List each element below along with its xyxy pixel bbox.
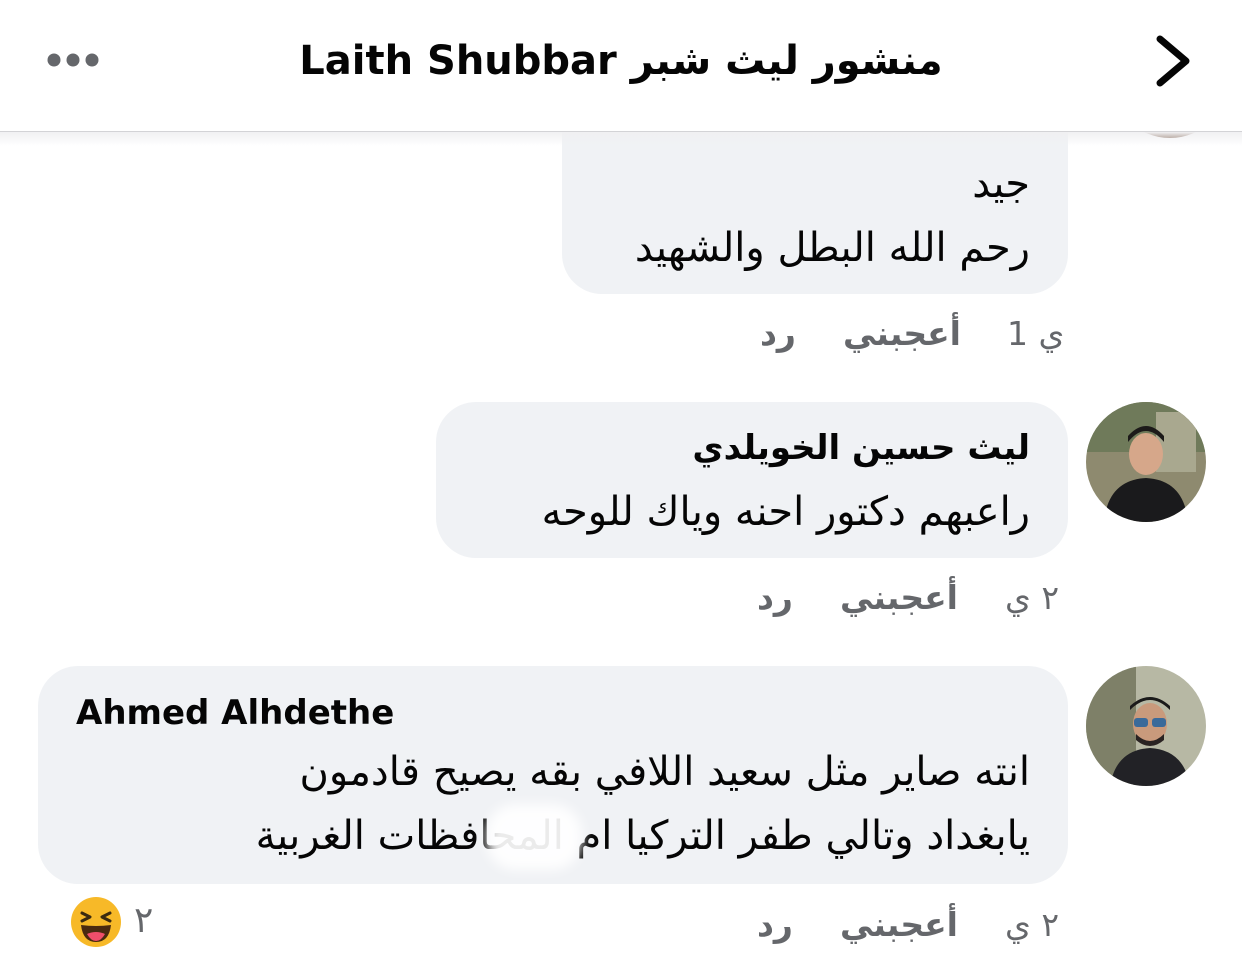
profile-photo-icon <box>1086 666 1206 786</box>
like-button[interactable]: أعجبني <box>840 578 958 618</box>
page-title: منشور ليث شبر Laith Shubbar <box>299 38 943 84</box>
comment-author[interactable]: ليث حسين الخويلدي <box>692 428 1030 468</box>
comment-text-line: رحم الله البطل والشهيد <box>634 225 1030 271</box>
chevron-right-icon[interactable] <box>1150 33 1196 89</box>
avatar[interactable] <box>1086 666 1206 786</box>
top-bar: منشور ليث شبر Laith Shubbar <box>0 0 1242 132</box>
comment-text-line: انته صاير مثل سعيد اللافي بقه يصيح قادمو… <box>299 749 1030 795</box>
reply-button[interactable]: رد <box>757 578 793 618</box>
reply-button[interactable]: رد <box>760 314 796 354</box>
comment-text-line: راعبهم دكتور احنه وياك للوحه <box>541 489 1030 535</box>
comment-author[interactable]: Ahmed Alhdethe <box>76 693 394 733</box>
like-button[interactable]: أعجبني <box>843 314 961 354</box>
like-button[interactable]: أعجبني <box>840 905 958 945</box>
comment-text-line: يابغداد وتالي طفر التركيا ام المحافظات ا… <box>255 813 1030 859</box>
avatar[interactable] <box>1086 402 1206 522</box>
comment-time: ٢ ي <box>1005 905 1060 944</box>
comment-time: ٢ ي <box>1005 578 1060 617</box>
profile-photo-icon <box>1086 402 1206 522</box>
laughing-emoji-icon[interactable] <box>70 896 122 948</box>
reply-button[interactable]: رد <box>757 905 793 945</box>
blurred-emoji <box>486 804 582 870</box>
reaction-count: ٢ <box>134 900 154 941</box>
more-horizontal-icon[interactable] <box>46 51 100 69</box>
comment-text-line: جيد <box>972 161 1030 207</box>
header-shadow <box>0 132 1242 146</box>
comment-time: 1 ي <box>1007 314 1065 353</box>
